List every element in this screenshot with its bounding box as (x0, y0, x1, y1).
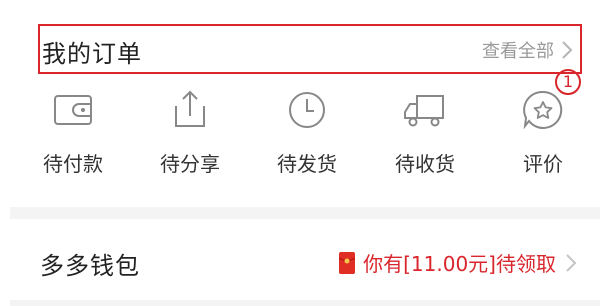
chevron-right-icon (566, 253, 577, 272)
status-pending-payment[interactable]: 待付款 (28, 88, 118, 177)
section-divider (10, 207, 600, 219)
view-all-orders-link[interactable]: 查看全部 (482, 37, 574, 63)
wallet-promo-text: 你有[11.00元]待领取 (363, 252, 556, 276)
clock-icon (289, 92, 325, 128)
status-pending-share[interactable]: 待分享 (145, 88, 235, 177)
status-pending-shipment[interactable]: 待发货 (262, 88, 352, 177)
status-label: 评价 (523, 152, 563, 176)
view-all-label: 查看全部 (482, 41, 554, 62)
status-label: 待收货 (395, 152, 455, 176)
status-label: 待发货 (277, 152, 337, 176)
wallet-icon (54, 95, 92, 125)
status-pending-receipt[interactable]: 待收货 (380, 88, 470, 177)
truck-icon (404, 95, 444, 127)
wallet-promo-link[interactable]: 你有[11.00元]待领取 (339, 248, 578, 277)
chevron-right-icon (562, 41, 573, 59)
wallet-title: 多多钱包 (40, 252, 140, 280)
section-divider (10, 300, 600, 306)
share-icon (175, 90, 205, 127)
status-label: 待分享 (160, 152, 220, 176)
orders-header[interactable]: 我的订单 查看全部 (38, 24, 582, 74)
status-label: 待付款 (43, 152, 103, 176)
review-icon (523, 90, 563, 130)
orders-title: 我的订单 (42, 40, 142, 68)
status-review[interactable]: 评价 (498, 88, 588, 177)
red-packet-icon (339, 251, 356, 274)
